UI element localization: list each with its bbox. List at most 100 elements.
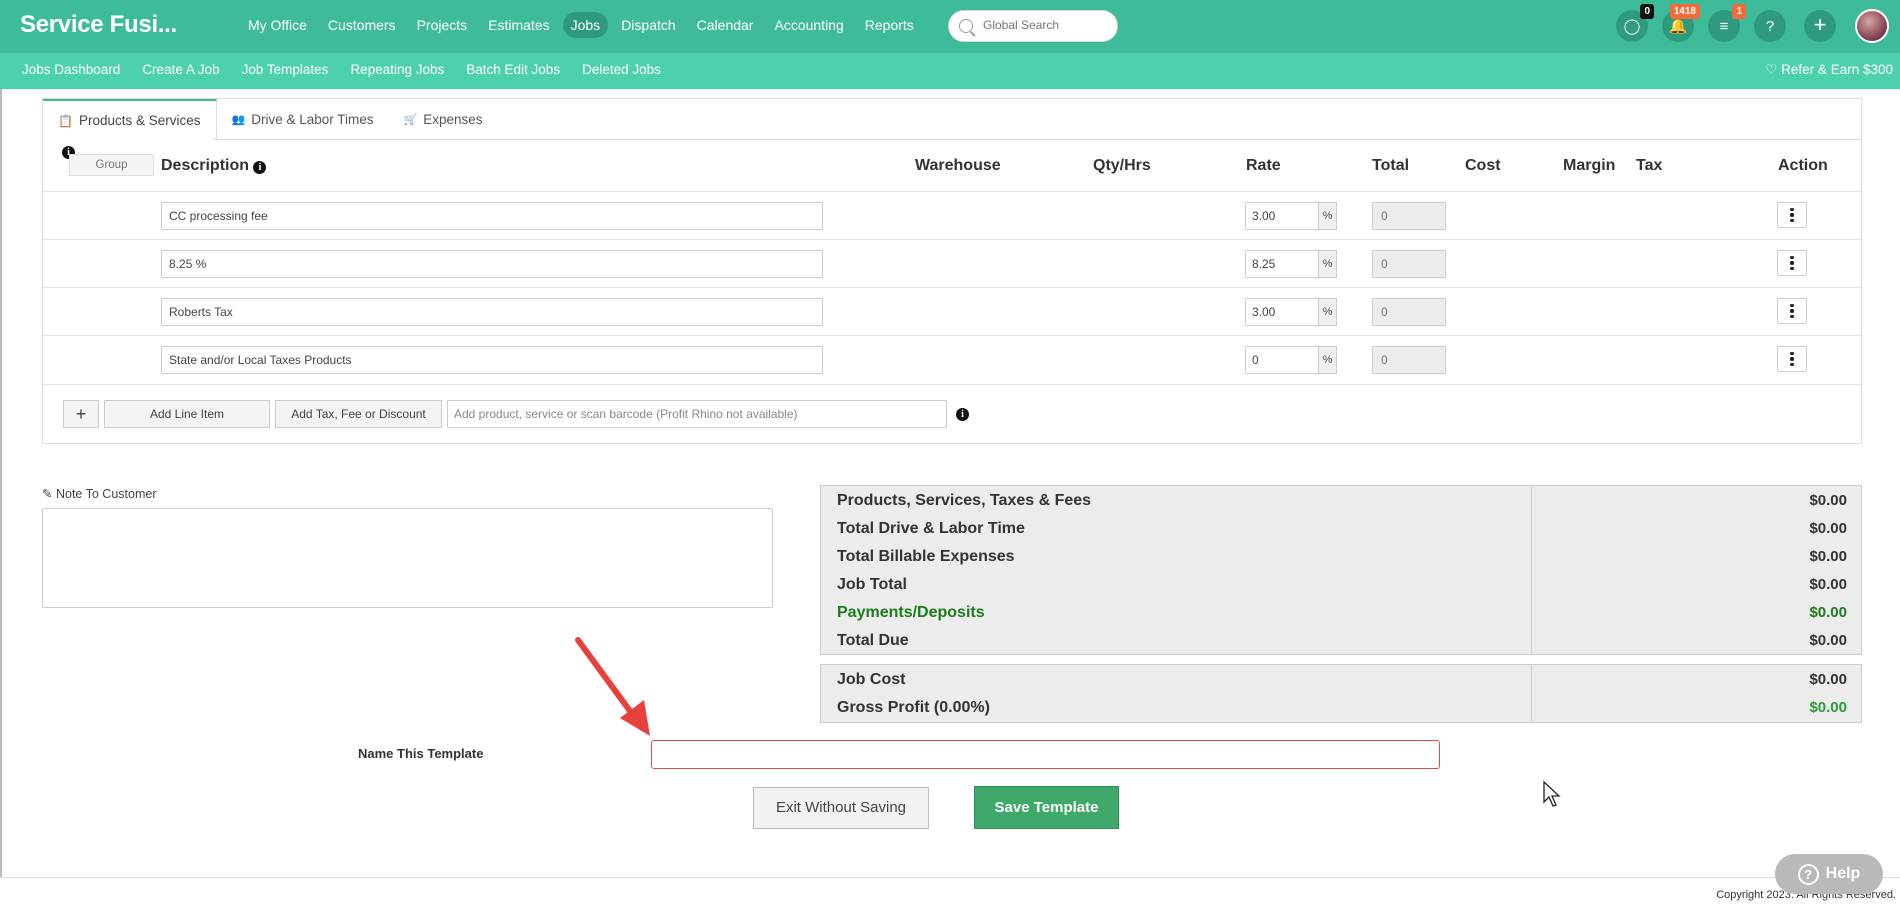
- summary-row: Products, Services, Taxes & Fees $0.00: [821, 486, 1861, 514]
- nav-jobs[interactable]: Jobs: [562, 12, 609, 38]
- cart-icon: 🛒: [403, 113, 418, 126]
- template-name-label: Name This Template: [358, 746, 484, 761]
- profit-summary: Job Cost $0.00 Gross Profit (0.00%) $0.0…: [820, 664, 1862, 723]
- header-description: Description i: [161, 157, 267, 175]
- rate-input[interactable]: 3.00: [1245, 202, 1319, 230]
- subnav-repeating-jobs[interactable]: Repeating Jobs: [350, 62, 444, 77]
- plus-icon: +: [1813, 12, 1827, 37]
- nav-reports[interactable]: Reports: [857, 12, 922, 38]
- summary-row: Total Billable Expenses $0.00: [821, 542, 1861, 570]
- subnav-create-a-job[interactable]: Create A Job: [142, 62, 219, 77]
- description-input[interactable]: 8.25 %: [161, 250, 823, 278]
- info-icon[interactable]: i: [253, 161, 267, 174]
- summary-label: Total Due: [837, 632, 909, 649]
- tasks-button[interactable]: ≡ 1: [1708, 4, 1746, 42]
- rate-input[interactable]: 8.25: [1245, 250, 1319, 278]
- tab-label: Expenses: [423, 111, 483, 127]
- percent-addon: %: [1319, 346, 1337, 374]
- top-navbar: Service Fusi... My Office Customers Proj…: [0, 0, 1900, 53]
- description-input[interactable]: Roberts Tax: [161, 298, 823, 326]
- clipboard-icon: 📋: [58, 113, 73, 128]
- summary-label: Job Total: [837, 576, 907, 593]
- help-button[interactable]: ? Help: [1775, 854, 1883, 894]
- total-input: 0: [1372, 250, 1446, 278]
- header-cost: Cost: [1465, 157, 1501, 174]
- add-item-row: + Add Line Item Add Tax, Fee or Discount…: [43, 384, 1861, 444]
- nav-calendar[interactable]: Calendar: [689, 12, 762, 38]
- subnav-deleted-jobs[interactable]: Deleted Jobs: [582, 62, 661, 77]
- description-input[interactable]: CC processing fee: [161, 202, 823, 230]
- question-icon: ?: [1765, 17, 1775, 35]
- nav-dispatch[interactable]: Dispatch: [613, 12, 683, 38]
- footer-divider: [0, 877, 1900, 878]
- nav-my-office[interactable]: My Office: [240, 12, 315, 38]
- row-actions-button[interactable]: [1777, 298, 1807, 324]
- chat-button[interactable]: ◯ 0: [1616, 4, 1654, 42]
- jobs-subnav: Jobs Dashboard Create A Job Job Template…: [0, 53, 1900, 89]
- rate-input[interactable]: 3.00: [1245, 298, 1319, 326]
- subnav-batch-edit-jobs[interactable]: Batch Edit Jobs: [466, 62, 560, 77]
- row-actions-button[interactable]: [1777, 202, 1807, 228]
- tab-drive-labor[interactable]: 👥 Drive & Labor Times: [217, 99, 389, 139]
- info-icon[interactable]: i: [956, 408, 969, 421]
- subnav-job-templates[interactable]: Job Templates: [242, 62, 329, 77]
- description-input[interactable]: State and/or Local Taxes Products: [161, 346, 823, 374]
- summary-value: $0.00: [1809, 699, 1847, 716]
- summary-row: Total Drive & Labor Time $0.00: [821, 514, 1861, 542]
- tab-products-services[interactable]: 📋 Products & Services: [43, 99, 217, 140]
- global-search[interactable]: [948, 10, 1118, 42]
- mouse-cursor-icon: [1543, 780, 1561, 807]
- left-edge-divider: [0, 89, 2, 877]
- add-tax-fee-discount-button[interactable]: Add Tax, Fee or Discount: [275, 400, 442, 428]
- quick-add-button[interactable]: +: [1804, 10, 1836, 42]
- rate-input[interactable]: 0: [1245, 346, 1319, 374]
- row-actions-button[interactable]: [1777, 346, 1807, 372]
- summary-row: Job Total $0.00: [821, 570, 1861, 598]
- barcode-input[interactable]: Add product, service or scan barcode (Pr…: [447, 400, 947, 428]
- summary-value: $0.00: [1809, 548, 1847, 565]
- summary-value: $0.00: [1809, 576, 1847, 593]
- group-button[interactable]: Group: [69, 154, 154, 176]
- tab-expenses[interactable]: 🛒 Expenses: [389, 99, 498, 139]
- help-label: Help: [1825, 865, 1861, 882]
- refer-earn-link[interactable]: ♡ Refer & Earn $300: [1765, 62, 1893, 78]
- pencil-icon: ✎: [42, 487, 53, 501]
- table-row: Roberts Tax 3.00 % 0: [43, 287, 1861, 335]
- summary-row: Gross Profit (0.00%) $0.00: [821, 693, 1861, 721]
- template-name-input[interactable]: [651, 740, 1440, 769]
- note-to-customer-field[interactable]: [42, 508, 773, 608]
- total-input: 0: [1372, 298, 1446, 326]
- summary-value: $0.00: [1809, 604, 1847, 621]
- exit-without-saving-button[interactable]: Exit Without Saving: [753, 787, 929, 829]
- summary-label: Total Drive & Labor Time: [837, 520, 1025, 537]
- nav-projects[interactable]: Projects: [409, 12, 476, 38]
- add-line-item-button[interactable]: Add Line Item: [104, 400, 270, 428]
- avatar[interactable]: [1855, 9, 1889, 43]
- tabs-underline: [213, 139, 1861, 140]
- summary-label: Products, Services, Taxes & Fees: [837, 492, 1092, 509]
- percent-addon: %: [1319, 250, 1337, 278]
- header-tax: Tax: [1636, 157, 1663, 174]
- note-label-text: Note To Customer: [55, 487, 157, 501]
- help-icon-button[interactable]: ?: [1754, 10, 1786, 42]
- notifications-button[interactable]: 🔔 1418: [1662, 4, 1700, 42]
- search-input[interactable]: [983, 18, 1103, 32]
- add-plus-button[interactable]: +: [63, 400, 99, 428]
- header-description-label: Description: [161, 157, 250, 174]
- header-total: Total: [1372, 157, 1410, 174]
- nav-estimates[interactable]: Estimates: [480, 12, 557, 38]
- summary-label: Gross Profit (0.00%): [837, 699, 990, 716]
- table-row: State and/or Local Taxes Products 0 % 0: [43, 335, 1861, 383]
- brand-logo[interactable]: Service Fusi...: [20, 11, 177, 39]
- tasks-badge: 1: [1732, 4, 1746, 19]
- nav-accounting[interactable]: Accounting: [766, 12, 851, 38]
- save-template-button[interactable]: Save Template: [974, 786, 1119, 829]
- summary-row: Total Due $0.00: [821, 626, 1861, 654]
- tab-label: Drive & Labor Times: [251, 111, 374, 127]
- row-actions-button[interactable]: [1777, 250, 1807, 276]
- summary-label: Payments/Deposits: [837, 604, 985, 621]
- summary-value: $0.00: [1809, 520, 1847, 537]
- nav-customers[interactable]: Customers: [320, 12, 404, 38]
- subnav-jobs-dashboard[interactable]: Jobs Dashboard: [22, 62, 120, 77]
- summary-value: $0.00: [1809, 671, 1847, 688]
